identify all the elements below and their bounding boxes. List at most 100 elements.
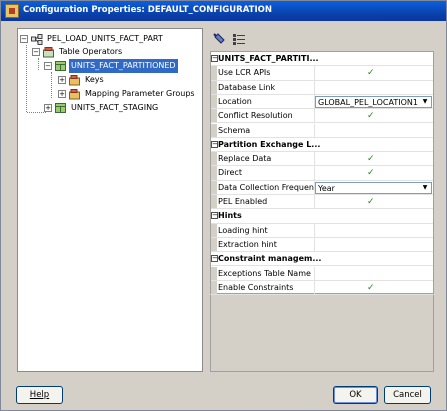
property-row[interactable]: Replace Data ✓: [211, 152, 433, 167]
object-tree[interactable]: − PEL_LOAD_UNITS_FACT_PART − Table Opera…: [17, 28, 203, 372]
tree-node-units-fact-partitioned[interactable]: − UNITS_FACT_PARTITIONED: [44, 59, 194, 73]
help-button[interactable]: Help: [16, 386, 63, 404]
property-row[interactable]: Location GLOBAL_PEL_LOCATION1 ▼: [211, 94, 433, 110]
tree-line: [26, 45, 27, 112]
section-constraint-management[interactable]: − Constraint managem...: [211, 252, 433, 267]
row-gutter: [211, 223, 217, 237]
property-row[interactable]: Schema: [211, 123, 433, 138]
title-bar[interactable]: Configuration Properties: DEFAULT_CONFIG…: [1, 1, 446, 21]
tree-node-label: Table Operators: [59, 47, 123, 56]
tree-node-label: PEL_LOAD_UNITS_FACT_PART: [47, 34, 163, 43]
collapse-icon[interactable]: −: [20, 35, 28, 43]
tree-line: [38, 58, 39, 70]
row-gutter: [211, 180, 217, 194]
direct-checkbox[interactable]: ✓: [367, 168, 375, 178]
property-row[interactable]: Exceptions Table Name: [211, 266, 433, 281]
ok-button-label: OK: [349, 390, 362, 400]
property-row[interactable]: Loading hint: [211, 223, 433, 238]
row-gutter: [211, 123, 217, 137]
window-title: Configuration Properties: DEFAULT_CONFIG…: [23, 5, 272, 15]
property-name: Schema: [218, 125, 251, 135]
row-gutter: [211, 109, 217, 123]
collapse-section-icon[interactable]: −: [211, 55, 218, 62]
mapping-icon: [31, 34, 43, 45]
property-row[interactable]: Data Collection Frequency Year ▼: [211, 180, 433, 195]
column-divider: [314, 223, 315, 237]
tree-node-root[interactable]: − PEL_LOAD_UNITS_FACT_PART: [20, 32, 200, 46]
expand-icon[interactable]: +: [58, 76, 66, 84]
column-divider: [314, 166, 315, 180]
tree-node-keys[interactable]: + Keys: [58, 73, 158, 87]
property-name: Enable Constraints: [218, 282, 294, 292]
property-description-area: [210, 295, 434, 372]
help-button-label: Help: [29, 390, 50, 400]
column-divider: [314, 80, 315, 94]
property-row[interactable]: Direct ✓: [211, 166, 433, 181]
property-row[interactable]: Conflict Resolution ✓: [211, 109, 433, 124]
location-dropdown[interactable]: GLOBAL_PEL_LOCATION1 ▼: [315, 95, 432, 108]
collapse-section-icon[interactable]: −: [211, 140, 218, 148]
collapse-icon[interactable]: −: [32, 48, 40, 56]
property-row[interactable]: Database Link: [211, 80, 433, 95]
tree-node-label: Mapping Parameter Groups: [85, 89, 195, 98]
collapse-icon[interactable]: −: [44, 62, 52, 70]
column-divider: [314, 280, 315, 295]
section-title: Hints: [218, 211, 242, 221]
dialog-window: Configuration Properties: DEFAULT_CONFIG…: [0, 0, 447, 411]
row-gutter: [211, 66, 217, 80]
property-name: Replace Data: [218, 154, 272, 164]
conflict-resolution-checkbox[interactable]: ✓: [367, 111, 375, 121]
property-list-icon[interactable]: [232, 32, 248, 48]
section-title: Partition Exchange L...: [218, 139, 321, 149]
tree-node-mapping-parameter-groups[interactable]: + Mapping Parameter Groups: [58, 87, 198, 101]
column-divider: [314, 66, 315, 80]
cancel-button-label: Cancel: [393, 390, 422, 400]
expand-icon[interactable]: +: [58, 90, 66, 98]
property-name: Data Collection Frequency: [218, 182, 324, 192]
row-gutter: [211, 237, 217, 252]
collapse-section-icon[interactable]: −: [211, 212, 218, 220]
property-name: PEL Enabled: [218, 197, 268, 206]
row-gutter: [211, 152, 217, 166]
row-gutter: [211, 195, 217, 209]
row-gutter: [211, 266, 217, 280]
parameter-groups-icon: [69, 89, 80, 100]
tree-node-units-fact-staging[interactable]: + UNITS_FACT_STAGING: [44, 101, 194, 115]
tree-line: [51, 72, 52, 98]
property-row[interactable]: Use LCR APIs ✓: [211, 66, 433, 81]
table-icon: [55, 61, 66, 71]
tree-node-label: Keys: [85, 75, 104, 84]
sort-categories-icon[interactable]: [212, 32, 228, 48]
property-name: Exceptions Table Name: [218, 268, 311, 278]
section-hints[interactable]: − Hints: [211, 209, 433, 224]
replace-data-checkbox[interactable]: ✓: [367, 154, 375, 164]
table-icon: [55, 103, 66, 113]
row-gutter: [211, 94, 217, 109]
section-partition-exchange[interactable]: − Partition Exchange L...: [211, 138, 433, 153]
row-gutter: [211, 80, 217, 94]
collapse-section-icon[interactable]: −: [211, 255, 218, 263]
chevron-down-icon[interactable]: ▼: [420, 98, 430, 106]
expand-icon[interactable]: +: [44, 104, 52, 112]
data-collection-frequency-dropdown[interactable]: Year ▼: [315, 181, 432, 194]
tree-node-label: UNITS_FACT_STAGING: [71, 103, 159, 112]
keys-icon: [69, 75, 80, 86]
pel-enabled-checkbox[interactable]: ✓: [367, 197, 375, 207]
property-row[interactable]: PEL Enabled ✓: [211, 195, 433, 210]
property-name: Use LCR APIs: [218, 68, 271, 78]
cancel-button[interactable]: Cancel: [384, 386, 431, 404]
table-group-icon: [43, 47, 54, 58]
property-row[interactable]: Extraction hint: [211, 237, 433, 253]
enable-constraints-checkbox[interactable]: ✓: [367, 283, 375, 293]
ok-button[interactable]: OK: [333, 386, 378, 404]
column-divider: [314, 237, 315, 252]
chevron-down-icon[interactable]: ▼: [420, 184, 430, 192]
column-divider: [314, 152, 315, 166]
app-icon: [5, 4, 19, 18]
section-title: UNITS_FACT_PARTITI...: [218, 54, 319, 63]
tree-node-table-operators[interactable]: − Table Operators: [32, 45, 192, 59]
property-row[interactable]: Enable Constraints ✓: [211, 280, 433, 296]
use-lcr-apis-checkbox[interactable]: ✓: [367, 68, 375, 78]
section-units-fact-partitioned[interactable]: − UNITS_FACT_PARTITI...: [211, 52, 433, 67]
property-name: Conflict Resolution: [218, 111, 293, 121]
